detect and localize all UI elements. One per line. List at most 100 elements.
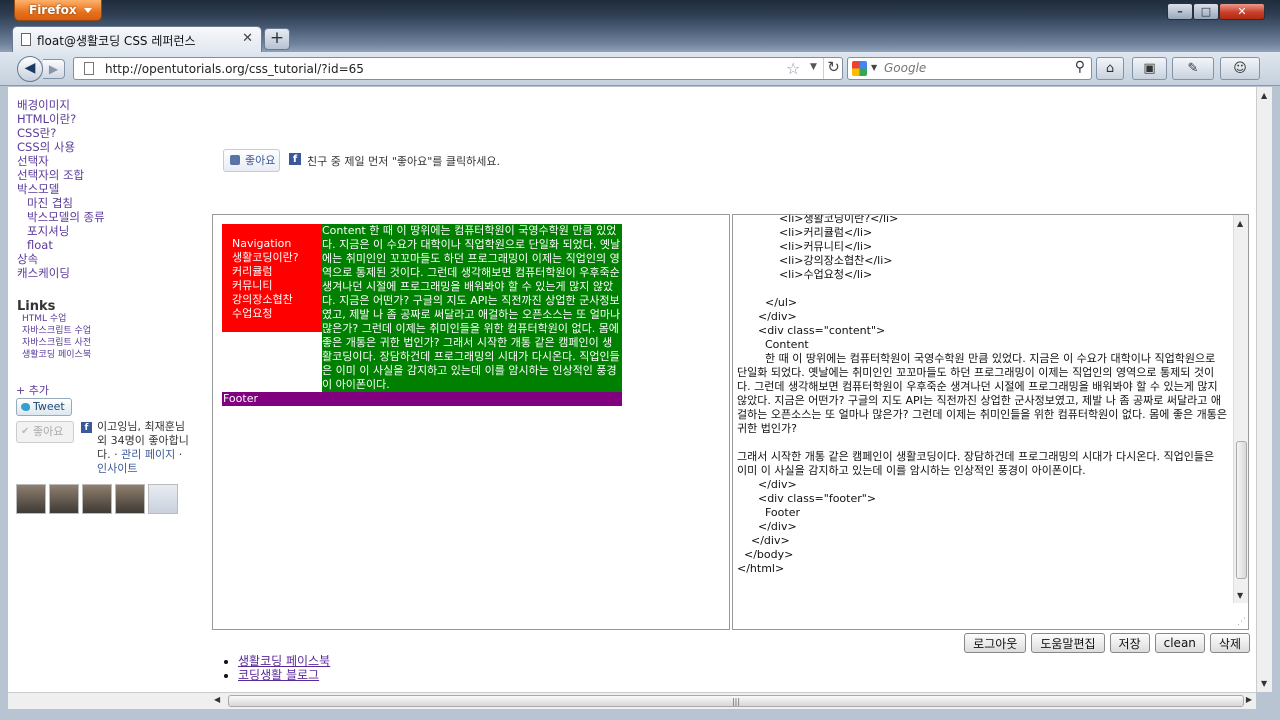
back-button[interactable]: ◀ xyxy=(17,56,43,82)
page-icon xyxy=(84,62,94,75)
sidebar-item[interactable]: 선택자 xyxy=(17,154,105,168)
page-icon xyxy=(21,33,31,46)
bookmarks-button[interactable]: ▣ xyxy=(1132,57,1167,80)
link-item[interactable]: 자바스크립트 수업 xyxy=(22,325,91,337)
new-tab-button[interactable]: + xyxy=(264,28,290,50)
scroll-up-icon[interactable]: ▲ xyxy=(1261,91,1267,100)
page-vertical-scrollbar[interactable]: ▲ ▼ xyxy=(1256,87,1272,692)
url-bar[interactable]: http://opentutorials.org/css_tutorial/?i… xyxy=(73,57,843,80)
scroll-thumb[interactable] xyxy=(1236,441,1247,579)
delete-button[interactable]: 삭제 xyxy=(1209,633,1250,653)
blog-link[interactable]: 코딩생활 블로그 xyxy=(238,668,319,682)
footer-links: 생활코딩 페이스북 코딩생활 블로그 xyxy=(238,654,330,682)
chevron-down-icon xyxy=(84,8,92,13)
add-link[interactable]: + 추가 xyxy=(16,382,49,398)
forward-button[interactable]: ▶ xyxy=(43,59,65,79)
facebook-page-link[interactable]: 생활코딩 페이스북 xyxy=(238,654,330,668)
sidebar-nav: 배경이미지 HTML이란? CSS란? CSS의 사용 선택자 선택자의 조합 … xyxy=(17,98,105,280)
close-tab-icon[interactable]: ✕ xyxy=(242,31,253,46)
avatar[interactable] xyxy=(82,484,112,514)
demo-footer-box: Footer xyxy=(222,392,622,406)
friend-avatars xyxy=(16,484,181,517)
sidebar-item[interactable]: 박스모델 xyxy=(17,182,105,196)
reload-icon[interactable]: ↻ xyxy=(823,58,843,79)
title-bar: Firefox – □ ✕ xyxy=(0,0,1280,24)
url-text[interactable]: http://opentutorials.org/css_tutorial/?i… xyxy=(105,62,364,76)
sidebar-subitem-float[interactable]: float xyxy=(17,238,105,252)
sidebar: 배경이미지 HTML이란? CSS란? CSS의 사용 선택자 선택자의 조합 … xyxy=(8,87,203,692)
demo-nav-item: 커뮤니티 xyxy=(232,279,273,292)
avatar[interactable] xyxy=(115,484,145,514)
search-bar: ▼ ⚲ xyxy=(847,57,1092,80)
sidebar-item[interactable]: CSS의 사용 xyxy=(17,140,105,154)
firefox-menu-button[interactable]: Firefox xyxy=(14,0,102,21)
list-item: 생활코딩 페이스북 xyxy=(238,654,330,668)
minimize-button[interactable]: – xyxy=(1167,3,1193,20)
scroll-right-icon[interactable]: ▶ xyxy=(1246,695,1252,704)
navigation-toolbar: ◀ ▶ http://opentutorials.org/css_tutoria… xyxy=(0,52,1280,86)
sidebar-item[interactable]: 상속 xyxy=(17,252,105,266)
logout-button[interactable]: 로그아웃 xyxy=(964,633,1027,653)
sidebar-subitem[interactable]: 마진 겹침 xyxy=(17,196,105,210)
search-engine-dropdown-icon[interactable]: ▼ xyxy=(871,63,877,72)
facebook-friends-text: 이고잉님, 최재훈님 외 34명이 좋아합니다. · 관리 페이지 · 인사이트 xyxy=(97,420,189,475)
google-icon[interactable] xyxy=(852,61,867,76)
tab-strip: float@생활코딩 CSS 레퍼런스 ✕ + xyxy=(0,24,1280,52)
resize-grip-icon[interactable]: ⋰ xyxy=(1237,617,1246,627)
code-text[interactable]: <li>생활코딩이란?</li> <li>커리큘럼</li> <li>커뮤니티<… xyxy=(737,215,1227,576)
avatar[interactable] xyxy=(49,484,79,514)
facebook-icon: f xyxy=(289,153,301,165)
search-input[interactable] xyxy=(884,61,1064,75)
search-icon[interactable]: ⚲ xyxy=(1075,59,1085,75)
sidebar-item[interactable]: CSS란? xyxy=(17,126,105,140)
demo-nav-item: 강의장소협찬 xyxy=(232,293,293,306)
save-button[interactable]: 저장 xyxy=(1109,633,1150,653)
demo-navigation-box: Navigation 생활코딩이란? 커리큘럼 커뮤니티 강의장소협찬 수업요청 xyxy=(222,224,322,332)
sidebar-item[interactable]: HTML이란? xyxy=(17,112,105,126)
sidebar-item[interactable]: 선택자의 조합 xyxy=(17,168,105,182)
insight-link[interactable]: 인사이트 xyxy=(97,462,137,475)
links-list: HTML 수업 자바스크립트 수업 자바스크립트 사전 생활코딩 페이스북 xyxy=(22,313,91,361)
scroll-left-icon[interactable]: ◀ xyxy=(214,695,220,704)
url-dropdown-icon[interactable]: ▼ xyxy=(810,62,817,72)
sidebar-subitem[interactable]: 박스모델의 종류 xyxy=(17,210,105,224)
scroll-down-icon[interactable]: ▼ xyxy=(1237,591,1243,600)
maximize-button[interactable]: □ xyxy=(1193,3,1219,20)
code-scrollbar[interactable]: ▲ ▼ xyxy=(1233,215,1248,603)
tab-active[interactable]: float@생활코딩 CSS 레퍼런스 ✕ xyxy=(12,26,262,52)
tab-title: float@생활코딩 CSS 레퍼런스 xyxy=(37,34,196,48)
like-button[interactable]: 좋아요 xyxy=(223,149,280,172)
link-item[interactable]: HTML 수업 xyxy=(22,313,91,325)
demo-nav-item: 수업요청 xyxy=(232,307,273,320)
sidebar-subitem[interactable]: 포지셔닝 xyxy=(17,224,105,238)
list-item: 코딩생활 블로그 xyxy=(238,668,330,682)
like-prompt: 친구 중 제일 먼저 "좋아요"를 클릭하세요. xyxy=(307,155,501,168)
demo-nav-item: Navigation xyxy=(232,237,292,250)
facebook-icon: f xyxy=(81,422,92,433)
code-editor[interactable]: <li>생활코딩이란?</li> <li>커리큘럼</li> <li>커뮤니티<… xyxy=(732,214,1249,630)
addon-button[interactable]: ✎ xyxy=(1172,57,1214,80)
demo-nav-item: 커리큘럼 xyxy=(232,265,273,278)
preview-pane: Navigation 생활코딩이란? 커리큘럼 커뮤니티 강의장소협찬 수업요청… xyxy=(212,214,730,630)
home-button[interactable]: ⌂ xyxy=(1096,57,1124,80)
avatar[interactable] xyxy=(16,484,46,514)
page-viewport: 배경이미지 HTML이란? CSS란? CSS의 사용 선택자 선택자의 조합 … xyxy=(8,87,1256,692)
scroll-up-icon[interactable]: ▲ xyxy=(1237,219,1243,228)
help-edit-button[interactable]: 도움말편집 xyxy=(1031,633,1105,653)
browser-window: Firefox – □ ✕ float@생활코딩 CSS 레퍼런스 ✕ + ◀ … xyxy=(0,0,1280,720)
tweet-button[interactable]: Tweet xyxy=(16,398,72,416)
admin-page-link[interactable]: 관리 페이지 xyxy=(121,448,175,461)
scroll-thumb[interactable]: ||| xyxy=(228,695,1244,707)
sidebar-item[interactable]: 캐스케이딩 xyxy=(17,266,105,280)
clean-button[interactable]: clean xyxy=(1154,633,1205,653)
sidebar-item[interactable]: 배경이미지 xyxy=(17,98,105,112)
scroll-down-icon[interactable]: ▼ xyxy=(1261,679,1267,688)
avatar[interactable] xyxy=(148,484,178,514)
page-horizontal-scrollbar[interactable]: ◀ ||| ▶ xyxy=(8,692,1256,709)
bookmark-star-icon[interactable]: ☆ xyxy=(786,59,800,78)
link-item[interactable]: 생활코딩 페이스북 xyxy=(22,349,91,361)
facebook-like-button[interactable]: 좋아요 xyxy=(16,421,74,443)
close-window-button[interactable]: ✕ xyxy=(1219,3,1265,20)
link-item[interactable]: 자바스크립트 사전 xyxy=(22,337,91,349)
addon-monkey-button[interactable]: ☺ xyxy=(1220,57,1260,80)
